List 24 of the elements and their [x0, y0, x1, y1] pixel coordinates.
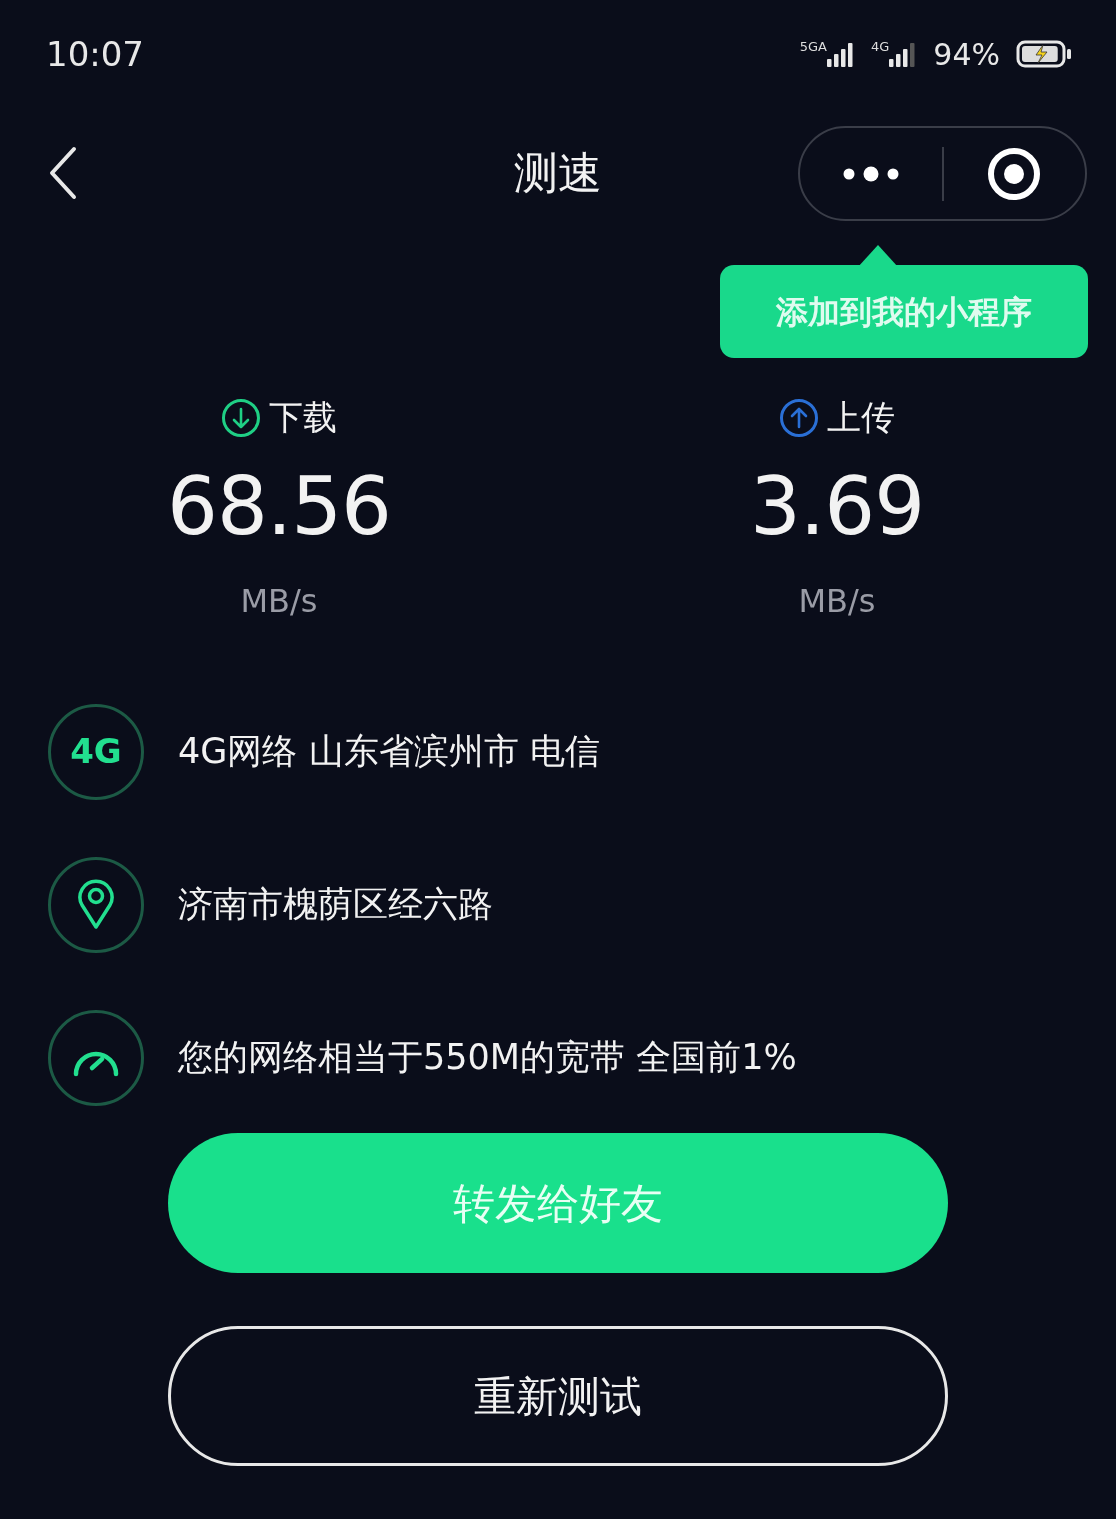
- network-badge: 4G: [48, 703, 144, 800]
- upload-icon: [779, 397, 819, 438]
- signal-icon: [889, 41, 918, 67]
- network-type-label: 5GA: [799, 38, 827, 56]
- info-text: 您的网络相当于550M的宽带 全国前1%: [178, 1036, 797, 1080]
- speed-unit: MB/s: [798, 581, 876, 622]
- tooltip-bubble[interactable]: 添加到我的小程序: [720, 265, 1088, 358]
- battery-percent: 94%: [933, 35, 1000, 74]
- location-pin-icon: [76, 878, 116, 931]
- metric-label: 上传: [827, 396, 895, 439]
- speed-value: 3.69: [749, 467, 925, 547]
- metric-label: 下载: [269, 396, 337, 439]
- network-type-label: 4G: [870, 38, 890, 56]
- download-icon: [221, 397, 261, 438]
- signal-icon: [826, 41, 855, 67]
- share-button[interactable]: 转发给好友: [168, 1133, 948, 1273]
- speed-unit: MB/s: [240, 581, 318, 622]
- page-title: 测速: [514, 146, 602, 200]
- info-text: 4G网络 山东省滨州市 电信: [178, 730, 600, 774]
- speed-value: 68.56: [167, 467, 391, 547]
- retest-button[interactable]: 重新测试: [168, 1326, 948, 1466]
- time-text: 10:07: [46, 32, 144, 76]
- info-text: 济南市槐荫区经六路: [178, 883, 493, 927]
- target-icon: [987, 146, 1042, 201]
